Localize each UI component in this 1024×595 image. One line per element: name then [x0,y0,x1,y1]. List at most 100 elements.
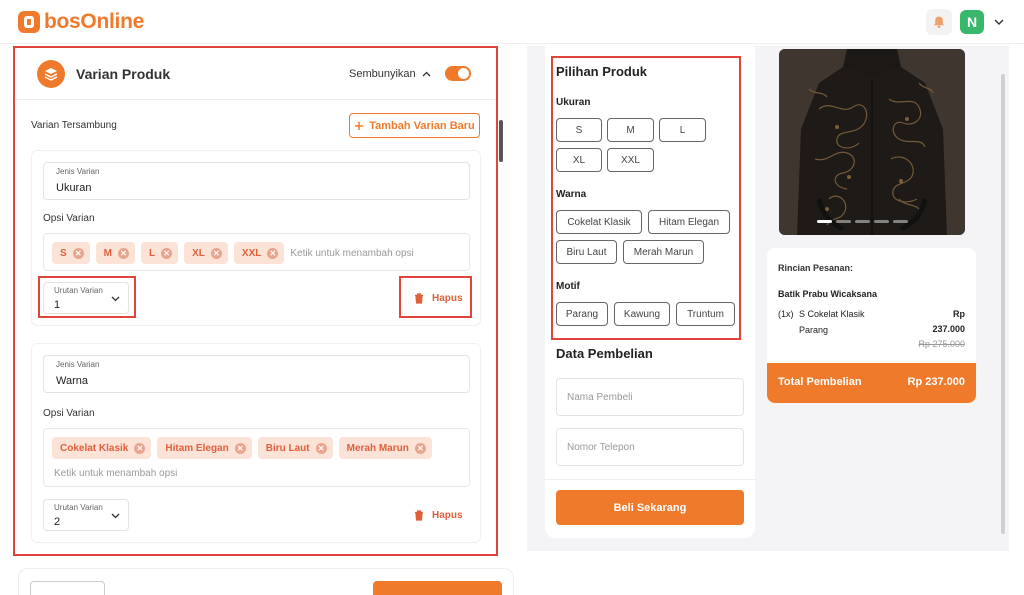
order-select[interactable]: Urutan Varian 2 [43,499,129,531]
close-icon[interactable]: ✕ [234,442,246,454]
close-icon[interactable]: ✕ [72,247,84,259]
add-variant-button[interactable]: Tambah Varian Baru [349,113,480,138]
avatar[interactable]: N [960,10,984,34]
option-color[interactable]: Biru Laut [556,240,617,264]
carousel-dots [817,220,908,223]
option-color[interactable]: Merah Marun [623,240,704,264]
section-label: Varian Tersambung [31,120,117,131]
option-size[interactable]: M [607,118,654,142]
carousel-dot[interactable] [836,220,851,223]
top-bar: bosOnline N [0,0,1024,44]
carousel-dot[interactable] [893,220,908,223]
chevron-down-icon[interactable] [992,15,1006,29]
buy-now-button[interactable]: Beli Sekarang [556,490,744,525]
summary-currency: Rp [953,309,965,319]
close-icon[interactable]: ✕ [414,442,426,454]
plus-icon [355,121,364,130]
options-input[interactable]: S ✕ M ✕ L ✕ XL ✕ XXL ✕ Ketik untuk menambah o… [43,233,470,271]
option-color[interactable]: Cokelat Klasik [556,210,642,234]
preview-scrollbar[interactable] [1001,74,1005,534]
option-color[interactable]: Hitam Elegan [648,210,730,234]
close-icon[interactable]: ✕ [210,247,222,259]
chevron-up-icon [422,71,431,77]
carousel-dot[interactable] [817,220,832,223]
back-button[interactable] [30,581,105,595]
order-summary: Rincian Pesanan: Batik Prabu Wicaksana (… [767,248,976,403]
option-size[interactable]: XL [556,148,602,172]
layers-icon [37,60,65,88]
logo-icon [18,11,40,33]
field-value: Warna [56,375,88,387]
trash-icon [415,510,423,521]
total-label: Total Pembelian [778,376,862,388]
hide-toggle-label[interactable]: Sembunyikan [349,68,431,80]
highlight-order [38,276,136,318]
chevron-down-icon [111,513,120,519]
options-label: Opsi Varian [43,213,95,224]
product-options-title: Pilihan Produk [556,64,648,79]
option-chip: S ✕ [52,242,90,264]
product-image[interactable] [779,49,965,235]
close-icon[interactable]: ✕ [118,247,130,259]
variant-panel: Varian Produk Sembunyikan Varian Tersamb… [13,46,498,556]
panel-title: Varian Produk [76,66,171,82]
hide-label: Sembunyikan [349,68,416,80]
option-motif[interactable]: Kawung [614,302,670,326]
delete-label: Hapus [432,510,463,521]
field-label: Jenis Varian [56,360,100,369]
variant-card: Jenis Varian Warna Opsi Varian Cokelat K… [31,343,481,543]
group-label-motif: Motif [556,281,580,292]
order-value: 2 [54,516,61,528]
option-chip: XL ✕ [184,242,228,264]
option-motif[interactable]: Truntum [676,302,735,326]
options-placeholder: Ketik untuk menambah opsi [54,468,178,479]
option-size[interactable]: S [556,118,602,142]
total-value: Rp 237.000 [907,376,965,388]
option-chip: M ✕ [95,242,136,264]
summary-variant: S Cokelat Klasik [799,309,865,319]
carousel-dot[interactable] [874,220,889,223]
option-chip: L ✕ [141,242,179,264]
close-icon[interactable]: ✕ [267,247,279,259]
variant-panel-header: Varian Produk Sembunyikan [15,48,496,100]
highlight-delete [399,276,472,318]
summary-product: Batik Prabu Wicaksana [778,289,877,299]
summary-qty: (1x) [778,309,794,319]
summary-variant-motif: Parang [799,325,829,335]
option-motif[interactable]: Parang [556,302,608,326]
brand-logo[interactable]: bosOnline [18,10,144,34]
phone-input[interactable]: Nomor Telepon [556,428,744,466]
carousel-dot[interactable] [855,220,870,223]
option-chip: Biru Laut ✕ [257,437,333,459]
add-variant-label: Tambah Varian Baru [369,119,475,132]
variant-type-field[interactable]: Jenis Varian Ukuran [43,162,470,200]
field-value: Ukuran [56,182,92,194]
brand-name: bosOnline [44,10,144,33]
option-size[interactable]: L [659,118,706,142]
close-icon[interactable]: ✕ [134,442,146,454]
field-label: Jenis Varian [56,167,100,176]
order-label: Urutan Varian [54,503,103,512]
summary-label: Rincian Pesanan: [778,263,854,273]
option-chip: Hitam Elegan ✕ [157,437,252,459]
save-button[interactable] [373,581,502,595]
option-chip: XXL ✕ [233,242,285,264]
group-label-color: Warna [556,189,587,200]
variant-type-field[interactable]: Jenis Varian Warna [43,355,470,393]
options-label: Opsi Varian [43,408,95,419]
close-icon[interactable]: ✕ [161,247,173,259]
option-chip: Cokelat Klasik ✕ [52,437,152,459]
buyer-name-input[interactable]: Nama Pembeli [556,378,744,416]
options-input[interactable]: Cokelat Klasik ✕ Hitam Elegan ✕ Biru Laut ✕… [43,428,470,487]
option-chip: Merah Marun ✕ [338,437,432,459]
summary-price: 237.000 [932,324,965,334]
visibility-toggle[interactable] [445,66,471,81]
purchase-title: Data Pembelian [556,346,653,361]
close-icon[interactable]: ✕ [315,442,327,454]
delete-variant-button[interactable]: Hapus [414,510,463,521]
total-bar: Total Pembelian Rp 237.000 [767,363,976,403]
panel-scrollbar[interactable] [499,120,503,162]
summary-old-price: Rp 275.000 [918,339,965,349]
option-size[interactable]: XXL [607,148,654,172]
bell-icon[interactable] [926,9,952,35]
